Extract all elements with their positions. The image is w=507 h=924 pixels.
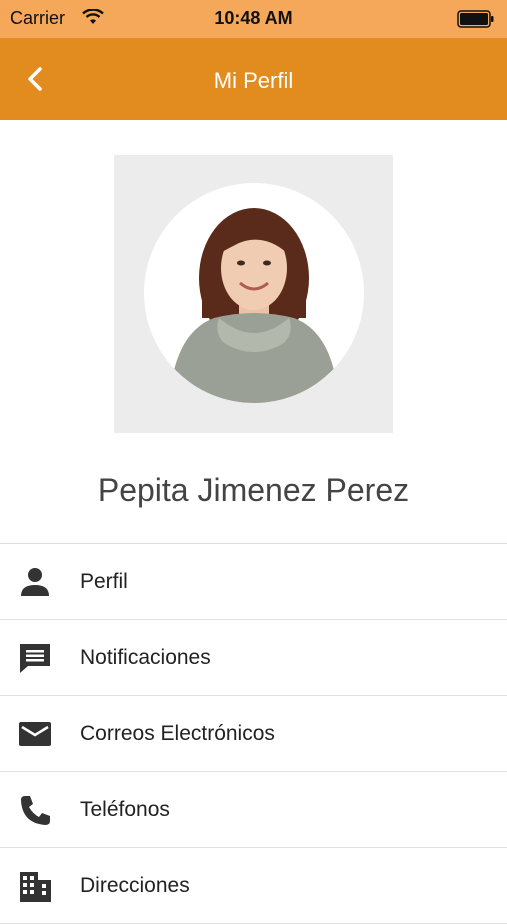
building-icon: [18, 870, 52, 902]
battery-icon: [457, 10, 495, 33]
clock: 10:48 AM: [214, 8, 293, 28]
menu-item-telefonos[interactable]: Teléfonos: [0, 772, 507, 848]
phone-icon: [18, 794, 52, 826]
nav-bar: Mi Perfil: [0, 38, 507, 120]
menu-item-perfil[interactable]: Perfil: [0, 544, 507, 620]
menu-item-label: Direcciones: [80, 874, 190, 897]
menu-item-label: Notificaciones: [80, 646, 211, 669]
profile-photo-frame[interactable]: [114, 155, 393, 433]
menu-item-correos[interactable]: Correos Electrónicos: [0, 696, 507, 772]
menu-item-direcciones[interactable]: Direcciones: [0, 848, 507, 924]
menu-item-label: Perfil: [80, 570, 128, 593]
avatar: [144, 183, 364, 403]
profile-menu: Perfil Notificaciones Correos Electrónic…: [0, 543, 507, 924]
chat-icon: [18, 642, 52, 674]
menu-item-label: Teléfonos: [80, 798, 170, 821]
person-icon: [18, 566, 52, 598]
menu-item-label: Correos Electrónicos: [80, 722, 275, 745]
status-bar: Carrier 10:48 AM: [0, 0, 507, 38]
menu-item-notificaciones[interactable]: Notificaciones: [0, 620, 507, 696]
mail-icon: [18, 718, 52, 750]
page-title: Mi Perfil: [213, 68, 294, 93]
profile-name: Pepita Jimenez Perez: [97, 472, 410, 508]
